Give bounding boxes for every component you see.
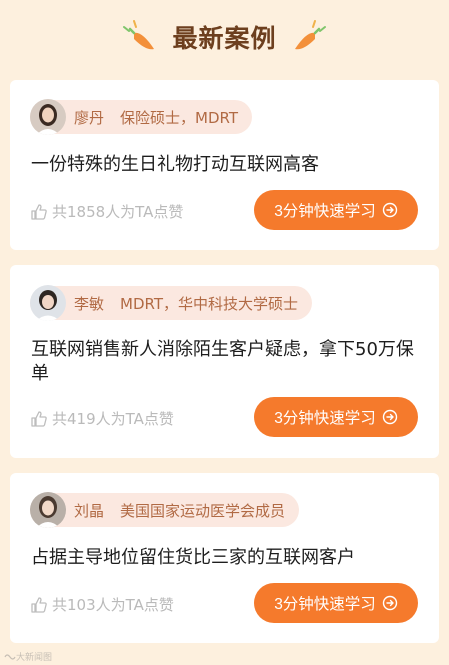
right-carrot-decoration-icon [294, 20, 326, 50]
watermark-text: 大新闻图 [16, 653, 53, 663]
like-count: 共1858人为TA点赞 [30, 201, 183, 222]
arrow-right-circle-icon [382, 595, 398, 611]
like-count-text: 共1858人为TA点赞 [52, 203, 184, 221]
author-title: 美国国家运动医学会成员 [120, 501, 286, 520]
like-count-text: 共419人为TA点赞 [52, 410, 174, 428]
author-name: 刘晶 [74, 501, 105, 520]
thumbs-up-icon [31, 410, 47, 427]
quick-learn-label: 3分钟快速学习 [274, 596, 376, 613]
like-count: 共103人为TA点赞 [30, 594, 174, 615]
case-title[interactable]: 占据主导地位留住货比三家的互联网客户 [31, 546, 419, 570]
author-badge: 李敏 MDRT，华中科技大学硕士 [30, 285, 313, 321]
like-count: 共419人为TA点赞 [30, 408, 174, 429]
case-card[interactable]: 刘晶 美国国家运动医学会成员 占据主导地位留住货比三家的互联网客户 共103人为… [10, 473, 439, 643]
quick-learn-label: 3分钟快速学习 [274, 203, 376, 220]
case-title[interactable]: 互联网销售新人消除陌生客户疑虑，拿下50万保单 [31, 338, 419, 386]
case-card[interactable]: 李敏 MDRT，华中科技大学硕士 互联网销售新人消除陌生客户疑虑，拿下50万保单… [10, 265, 439, 458]
section-header: 最新案例 [0, 0, 449, 74]
author-title: MDRT，华中科技大学硕士 [120, 294, 299, 313]
case-card[interactable]: 廖丹 保险硕士，MDRT 一份特殊的生日礼物打动互联网高客 共1858人为TA点… [10, 80, 439, 250]
quick-learn-button[interactable]: 3分钟快速学习 [254, 190, 418, 230]
avatar [30, 492, 66, 528]
arrow-right-circle-icon [382, 409, 398, 425]
author-name: 廖丹 [74, 108, 105, 127]
author-title: 保险硕士，MDRT [120, 108, 239, 127]
quick-learn-button[interactable]: 3分钟快速学习 [254, 397, 418, 437]
section-title: 最新案例 [172, 24, 277, 53]
avatar [30, 99, 66, 135]
author-badge: 廖丹 保险硕士，MDRT [30, 99, 253, 135]
quick-learn-label: 3分钟快速学习 [274, 410, 376, 427]
avatar [30, 285, 66, 321]
author-name: 李敏 [74, 294, 105, 313]
watermark: 大新闻图 [4, 650, 52, 663]
watermark-logo-icon [4, 653, 16, 660]
case-title[interactable]: 一份特殊的生日礼物打动互联网高客 [31, 153, 419, 177]
thumbs-up-icon [31, 203, 47, 220]
like-count-text: 共103人为TA点赞 [52, 596, 174, 614]
left-carrot-decoration-icon [123, 20, 155, 50]
author-badge: 刘晶 美国国家运动医学会成员 [30, 492, 300, 528]
quick-learn-button[interactable]: 3分钟快速学习 [254, 583, 418, 623]
arrow-right-circle-icon [382, 202, 398, 218]
thumbs-up-icon [31, 596, 47, 613]
